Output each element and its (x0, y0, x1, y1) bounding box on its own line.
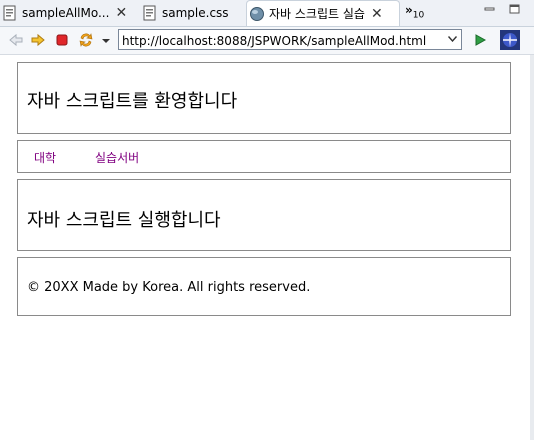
globe-icon (250, 6, 264, 21)
footer-text: © 20XX Made by Korea. All rights reserve… (27, 280, 311, 295)
forward-arrow-icon[interactable] (30, 32, 46, 48)
stop-icon[interactable] (54, 32, 70, 48)
vertical-scrollbar[interactable] (530, 55, 534, 440)
go-play-icon[interactable] (472, 32, 488, 48)
url-history-chevron-down-icon[interactable] (448, 36, 457, 42)
maximize-icon[interactable] (509, 4, 520, 14)
page-title: 자바 스크립트를 환영합니다 (27, 91, 238, 112)
editor-tab-bar: sampleAllMo... ✕ sample.css 자바 스크립트 실습 ✕… (0, 0, 534, 27)
nav-link-university[interactable]: 대학 (34, 149, 56, 166)
tab-label: sample.css (162, 6, 229, 20)
browser-toolbar (0, 27, 534, 55)
refresh-icon[interactable] (78, 32, 94, 48)
eclipse-browser-icon[interactable] (500, 30, 520, 50)
back-arrow-icon[interactable] (8, 32, 24, 48)
page-footer: © 20XX Made by Korea. All rights reserve… (17, 257, 511, 316)
css-file-icon (143, 5, 156, 21)
close-icon[interactable]: ✕ (371, 6, 383, 22)
overflow-chevron-icon: » (405, 3, 413, 17)
nav-link-practice-server[interactable]: 실습서버 (95, 149, 139, 166)
tab-label: 자바 스크립트 실습 (269, 7, 365, 21)
url-bar[interactable] (118, 29, 462, 51)
url-input[interactable] (119, 31, 442, 51)
tab-label: sampleAllMo... (22, 6, 110, 20)
page-header: 자바 스크립트를 환영합니다 (17, 62, 511, 134)
close-icon[interactable]: ✕ (115, 5, 127, 21)
browser-page-content: 자바 스크립트를 환영합니다 대학 실습서버 자바 스크립트 실행합니다 © 2… (0, 55, 530, 440)
minimize-icon[interactable] (484, 4, 495, 14)
tab-javascript-practice[interactable]: 자바 스크립트 실습 ✕ (246, 0, 400, 26)
tab-sampleallmod[interactable]: sampleAllMo... ✕ (0, 0, 138, 26)
overflow-count: 10 (412, 10, 425, 21)
html-file-icon (3, 5, 16, 21)
section-title: 자바 스크립트 실행합니다 (27, 210, 221, 231)
tab-sample-css[interactable]: sample.css (140, 0, 244, 26)
window-controls (484, 4, 520, 14)
page-nav: 대학 실습서버 (17, 140, 511, 173)
refresh-menu-chevron-down-icon[interactable] (98, 32, 114, 48)
tab-overflow-button[interactable]: »10 (405, 3, 424, 20)
page-section: 자바 스크립트 실행합니다 (17, 179, 511, 251)
